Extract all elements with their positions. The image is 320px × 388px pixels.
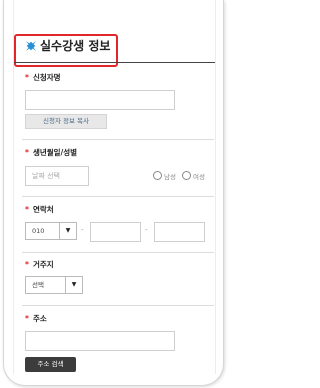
address-label: * 주소 — [25, 314, 47, 323]
copy-applicant-info-button[interactable]: 신청자 정보 복사 — [25, 114, 107, 129]
gender-male-label: 남성 — [164, 173, 176, 181]
chevron-down-icon: ▼ — [59, 223, 76, 239]
phone-separator: - — [81, 226, 84, 234]
page-title: 실수강생 정보 — [40, 39, 111, 53]
chevron-down-icon: ▼ — [65, 277, 82, 293]
gender-male-radio[interactable] — [153, 171, 162, 180]
phone-separator: - — [145, 226, 148, 234]
applicant-name-label: * 신청자명 — [25, 73, 61, 82]
gender-female-radio[interactable] — [182, 171, 191, 180]
section-divider — [22, 305, 214, 306]
section-divider — [22, 252, 214, 253]
address-search-button[interactable]: 주소 검색 — [25, 357, 76, 372]
contact-label: * 연락처 — [25, 205, 54, 214]
residence-select[interactable]: 선택 ▼ — [25, 276, 83, 294]
gender-female-label: 여성 — [193, 173, 205, 181]
residence-label: * 거주지 — [25, 260, 54, 269]
section-divider — [22, 139, 214, 140]
birthdate-picker[interactable]: 날짜 선택 — [25, 166, 89, 186]
address-input[interactable] — [25, 331, 175, 351]
screen: 실수강생 정보 * 신청자명 신청자 정보 복사 * 생년월일/성별 날짜 선택 남… — [13, 0, 216, 374]
phone-last-input[interactable] — [154, 222, 205, 242]
section-divider — [22, 196, 214, 197]
birth-gender-label: * 생년월일/성별 — [25, 148, 78, 157]
phone-middle-input[interactable] — [90, 222, 141, 242]
applicant-name-input[interactable] — [25, 90, 175, 110]
phone-prefix-select[interactable]: 010 ▼ — [25, 222, 77, 240]
cross-logo-icon — [26, 41, 36, 51]
title-rule — [14, 62, 215, 63]
phone-frame: 실수강생 정보 * 신청자명 신청자 정보 복사 * 생년월일/성별 날짜 선택 남… — [3, 0, 224, 386]
